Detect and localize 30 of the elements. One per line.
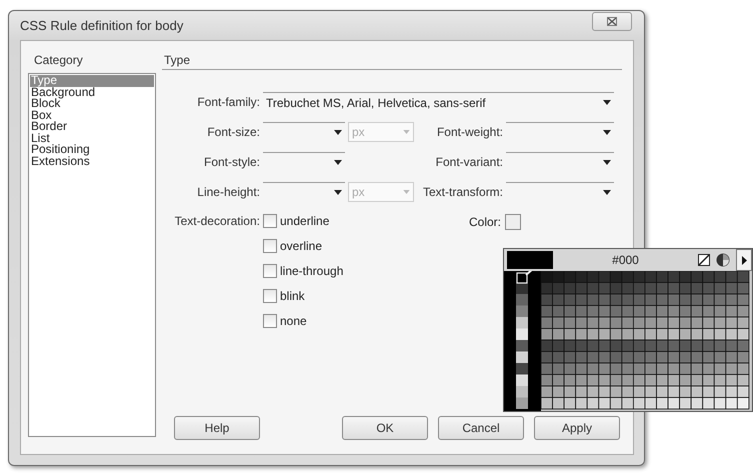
field-label: Font-variant: <box>434 155 503 169</box>
dialog-button[interactable]: Apply <box>534 416 620 440</box>
field-label: Text-transform: <box>423 185 503 199</box>
field-label: Text-decoration: <box>174 214 260 230</box>
field-label: Font-family: <box>196 95 260 109</box>
window-title: CSS Rule definition for body <box>20 18 184 33</box>
font-family-dropdown[interactable]: Trebuchet MS, Arial, Helvetica, sans-serif <box>263 92 614 112</box>
category-item[interactable]: Extensions <box>30 156 154 167</box>
category-item[interactable]: Positioning <box>30 144 154 156</box>
category-heading: Category <box>33 53 84 69</box>
field-label: Color: <box>468 215 501 229</box>
category-item[interactable]: Block <box>30 98 154 110</box>
panel-heading: Type <box>163 53 192 69</box>
field-label: Font-weight: <box>436 125 503 139</box>
dialog-button[interactable]: OK <box>342 416 428 440</box>
category-item[interactable]: Background <box>30 86 154 98</box>
category-item[interactable]: List <box>30 132 154 144</box>
field-label: Font-style: <box>202 155 260 169</box>
hex-value: #000 <box>611 253 640 267</box>
category-item[interactable]: Box <box>30 110 154 121</box>
checkbox-label: overline <box>280 239 322 253</box>
dialog-button[interactable]: Cancel <box>438 416 524 440</box>
checkbox-label: underline <box>280 214 330 228</box>
checkbox-label: none <box>280 314 307 328</box>
checkbox-label: line-through <box>280 264 344 278</box>
help-button[interactable]: Help <box>174 416 260 440</box>
category-item[interactable]: Border <box>30 121 154 132</box>
checkbox-label: blink <box>280 289 305 303</box>
field-label: Font-size: <box>206 125 260 139</box>
field-label: Line-height: <box>196 185 260 199</box>
